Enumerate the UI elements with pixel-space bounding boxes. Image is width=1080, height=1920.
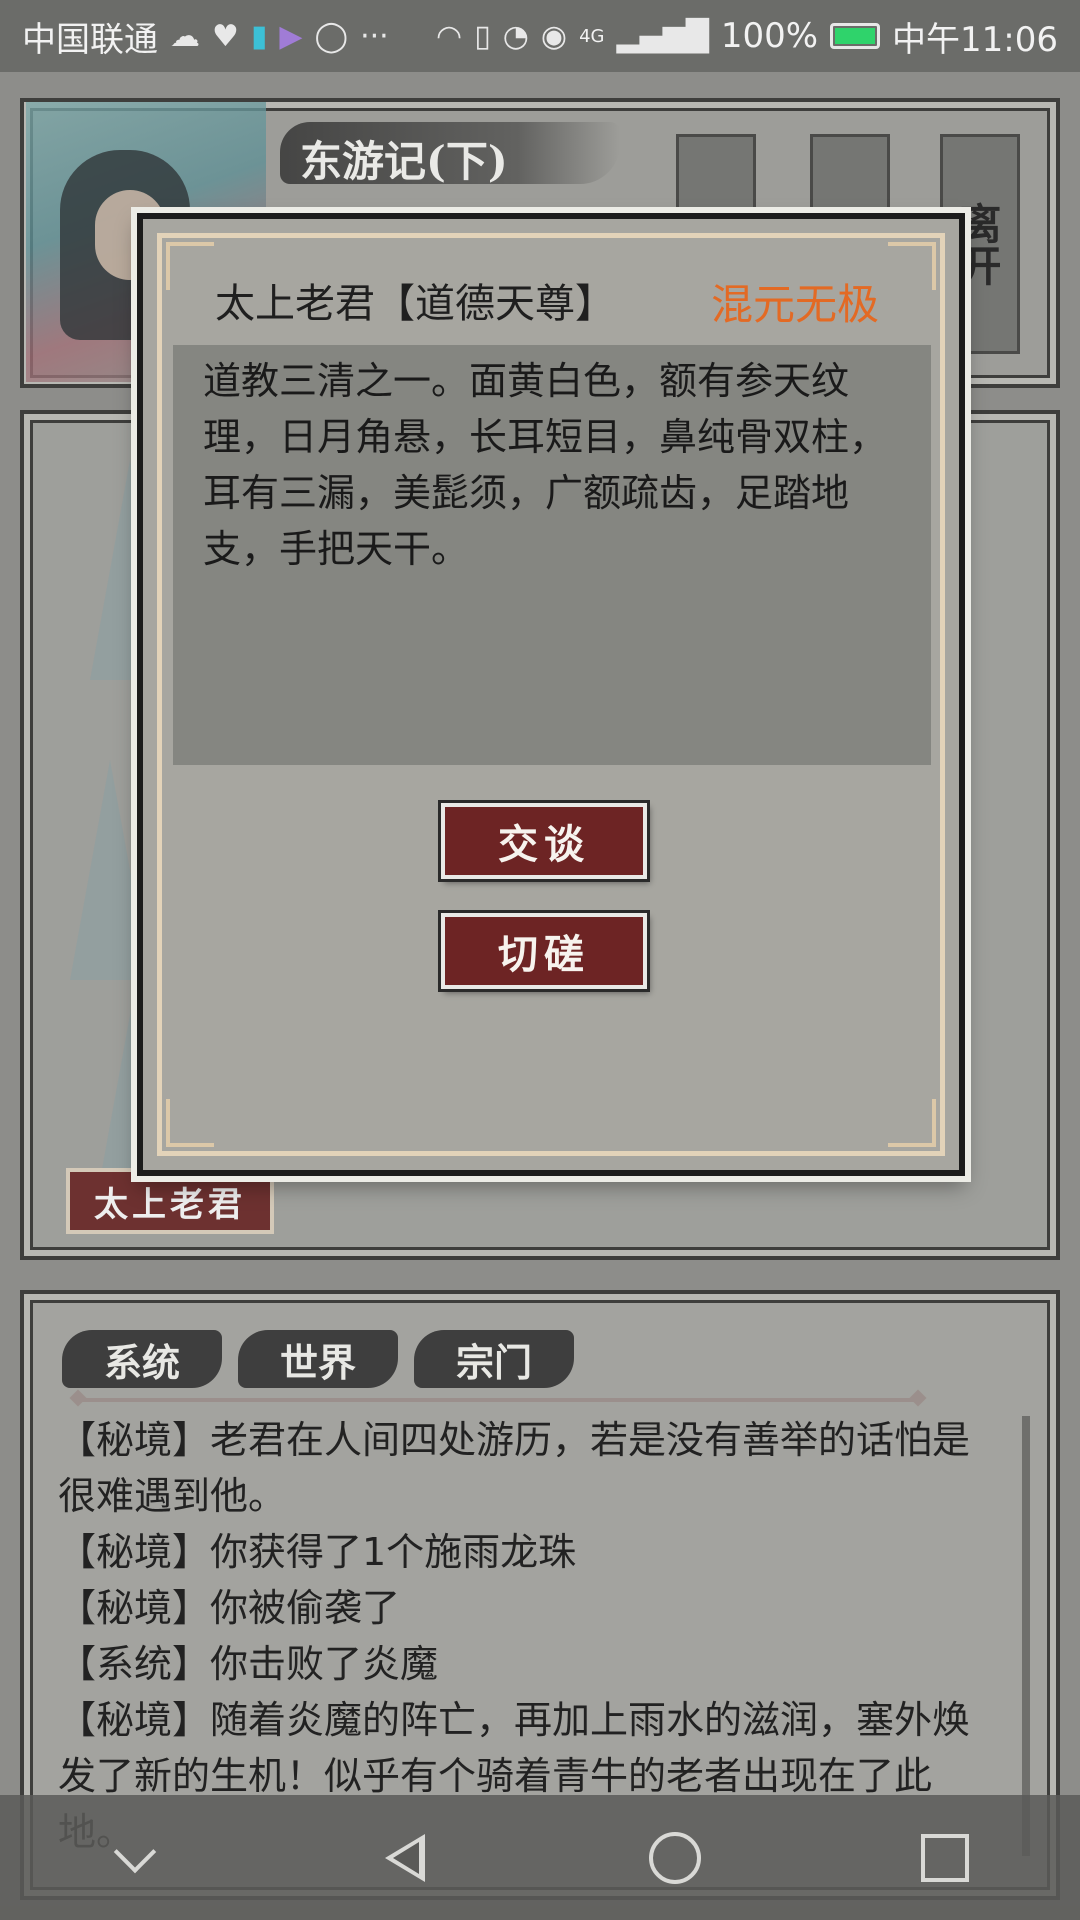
collapse-button[interactable] [75,1808,195,1908]
chat-tab-system[interactable]: 系统 [62,1330,222,1388]
video-icon: ▶ [279,18,303,54]
chat-tab-world[interactable]: 世界 [238,1330,398,1388]
corner-ornament [888,242,936,290]
talk-button[interactable]: 交谈 [441,803,647,879]
recent-apps-icon [921,1833,969,1882]
stage-title-banner: 东游记(下) [280,122,620,186]
chat-icon: ◯ [314,18,349,54]
vibrate-icon: ▯ [474,18,491,54]
recent-apps-button[interactable] [885,1808,1005,1908]
clock: 中午11:06 [892,19,1058,60]
carrier-label: 中国联通 [22,19,158,60]
battery-icon [830,23,881,49]
chat-line: 【秘境】老君在人间四处游历，若是没有善举的话怕是很难遇到他。 [58,1418,971,1518]
chat-log[interactable]: 【秘境】老君在人间四处游历，若是没有善举的话怕是很难遇到他。 【秘境】你获得了1… [58,1412,998,1860]
home-icon [649,1831,701,1884]
chat-line: 【秘境】你被偷袭了 [58,1586,401,1630]
alarm-icon: ◔ [502,18,529,54]
chat-divider [78,1398,918,1402]
back-button[interactable] [345,1808,465,1908]
corner-ornament [166,242,214,290]
network-label: 4G [579,25,605,47]
status-bar: 中国联通 ☁ ♥ ▮ ▶ ◯ ··· ◠ ▯ ◔ ◉ 4G ▂▄▆█ 100% … [0,0,1080,72]
npc-description: 道教三清之一。面黄白色，额有参天纹理，日月角悬，长耳短目，鼻纯骨双柱，耳有三漏，… [173,345,931,765]
chat-line: 【系统】你击败了炎魔 [58,1642,439,1686]
chat-tab-sect[interactable]: 宗门 [414,1330,574,1388]
npc-rank: 混元无极 [710,280,879,329]
status-right: ◠ ▯ ◔ ◉ 4G ▂▄▆█ 100% 中午11:06 [436,12,1058,61]
npc-dialog: 太上老君【道德天尊】 混元无极 道教三清之一。面黄白色，额有参天纹理，日月角悬，… [137,213,965,1176]
home-button[interactable] [615,1808,735,1908]
cloud-icon: ☁ [170,18,200,54]
chevron-down-icon [113,1830,157,1873]
back-icon [385,1833,425,1882]
more-icon: ··· [360,18,389,54]
heart-rate-icon: ♥ [212,18,239,54]
chat-scrollbar[interactable] [1022,1416,1030,1856]
chat-line: 【秘境】你获得了1个施雨龙珠 [58,1530,577,1574]
corner-ornament [888,1099,936,1147]
navigation-bar [0,1795,1080,1920]
corner-ornament [166,1099,214,1147]
spar-button[interactable]: 切磋 [441,913,647,989]
book-icon: ▮ [250,18,268,54]
npc-title: 太上老君【道德天尊】 [215,281,615,327]
battery-percent: 100% [720,16,819,56]
status-left: 中国联通 ☁ ♥ ▮ ▶ ◯ ··· [22,12,389,61]
npc-name-plate[interactable]: 太上老君 [66,1168,274,1234]
stage-title: 东游记(下) [300,137,508,186]
signal-icon: ▂▄▆█ [616,18,709,54]
eye-icon: ◉ [540,18,568,54]
headset-icon: ◠ [436,18,463,54]
